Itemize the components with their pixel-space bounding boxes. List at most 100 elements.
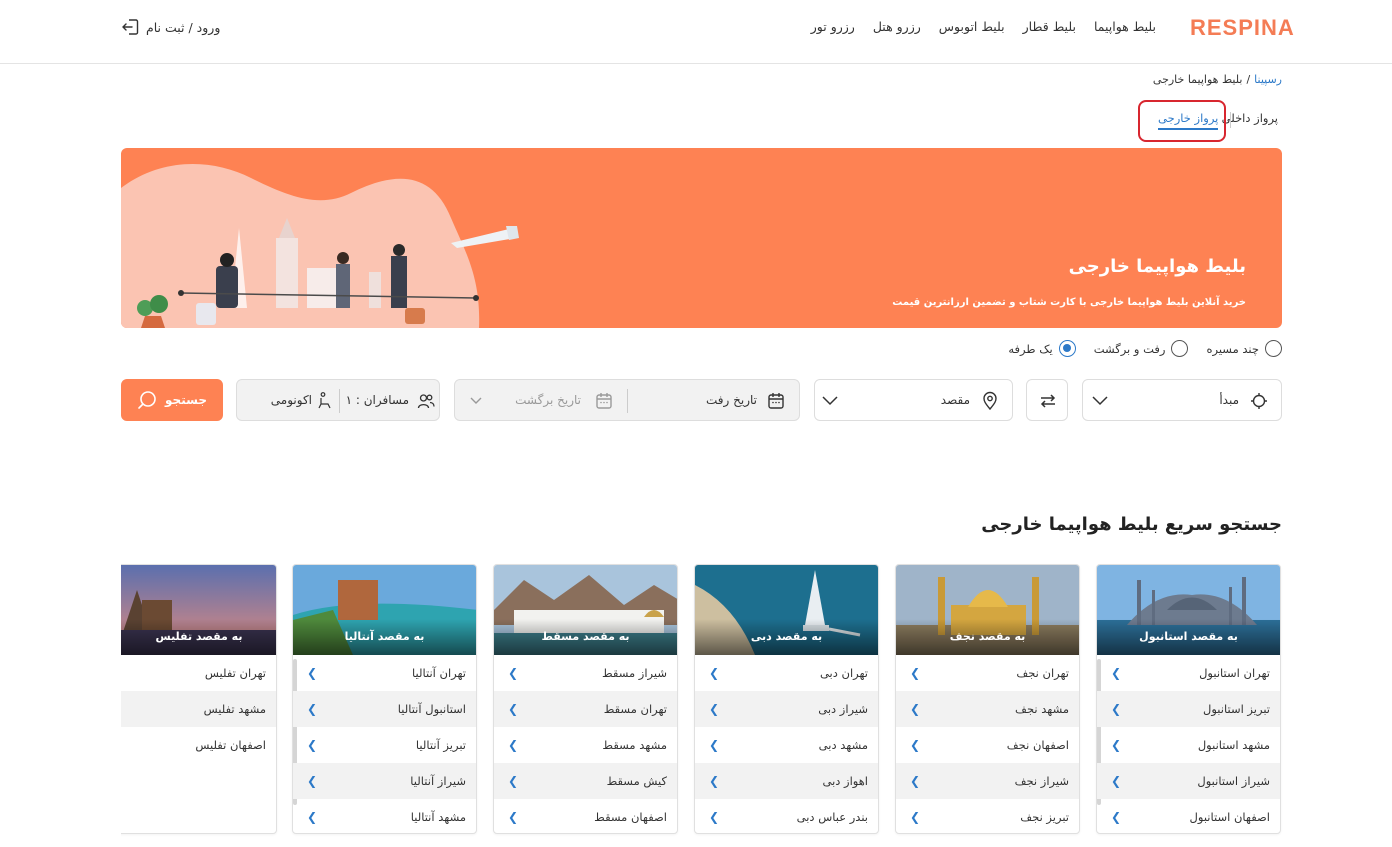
najaf-image[interactable]: به مقصد نجف [896, 565, 1079, 655]
route-item[interactable]: ❮ شیراز مسقط [494, 655, 677, 691]
route-item[interactable]: ❮ اهواز دبی [695, 763, 878, 799]
chevron-left-icon: ❮ [709, 738, 720, 752]
istanbul-image[interactable]: به مقصد استانبول [1097, 565, 1280, 655]
route-item[interactable]: ❮ مشهد آنتالیا [293, 799, 476, 833]
login-icon [122, 19, 139, 35]
route-item[interactable]: ❮ تهران نجف [896, 655, 1079, 691]
chevron-left-icon: ❮ [307, 702, 318, 716]
route-list: ❮ تهران استانبول ❮ تبریز استانبول ❮ مشهد اس… [1097, 655, 1280, 833]
route-item[interactable]: ❮ بندر عباس دبی [695, 799, 878, 833]
card-caption: به مقصد دبی [750, 630, 823, 643]
card-caption-bar: به مقصد نجف [896, 619, 1079, 655]
quick-search-title: جستجو سریع بلیط هواپیما خارجی [981, 514, 1282, 535]
radio-one-way[interactable]: یک طرفه [1008, 340, 1076, 357]
route-label: مشهد نجف [1015, 702, 1069, 716]
route-item[interactable]: ❮ تبریز آنتالیا [293, 727, 476, 763]
chevron-left-icon: ❮ [910, 774, 921, 788]
carousel-edge-mask [0, 560, 121, 847]
route-label: تهران مسقط [603, 702, 667, 716]
return-date-label[interactable]: تاریخ برگشت [515, 393, 581, 407]
route-label: تبریز نجف [1020, 810, 1069, 824]
radio-multi-city[interactable]: چند مسیره [1206, 340, 1282, 357]
route-label: مشهد آنتالیا [410, 810, 466, 824]
card-caption-bar: به مقصد مسقط [494, 619, 677, 655]
radio-multi-city-label: چند مسیره [1206, 341, 1259, 356]
nav-flight-ticket[interactable]: بلیط هواپیما [1094, 19, 1156, 39]
route-item[interactable]: ❮ شیراز دبی [695, 691, 878, 727]
route-item[interactable]: ❮ مشهد نجف [896, 691, 1079, 727]
nav-train-ticket[interactable]: بلیط قطار [1023, 19, 1076, 39]
search-button[interactable]: جستجو [121, 379, 223, 421]
route-label: اصفهان تفلیس [195, 738, 266, 752]
dubai-image[interactable]: به مقصد دبی [695, 565, 878, 655]
route-item[interactable]: ❮ کیش مسقط [494, 763, 677, 799]
route-label: تبریز استانبول [1203, 702, 1270, 716]
chevron-left-icon: ❮ [508, 810, 519, 824]
route-item[interactable]: ❮ تبریز استانبول [1097, 691, 1280, 727]
route-item[interactable]: ❮ تهران دبی [695, 655, 878, 691]
chevron-left-icon: ❮ [307, 738, 318, 752]
search-button-label: جستجو [165, 393, 207, 407]
route-label: اصفهان مسقط [594, 810, 667, 824]
route-label: تهران نجف [1016, 666, 1069, 680]
tab-divider [1230, 112, 1231, 128]
nav-hotel[interactable]: رزرو هتل [873, 19, 921, 39]
site-header: RESPINA بلیط هواپیما بلیط قطار بلیط اتوب… [0, 0, 1392, 64]
route-item[interactable]: ❮ شیراز استانبول [1097, 763, 1280, 799]
chevron-left-icon: ❮ [307, 666, 318, 680]
destination-card-antalya: به مقصد آنتالیا ❮ تهران آنتالیا ❮ استانبول… [292, 564, 477, 834]
login-button[interactable]: ورود / ثبت نام [120, 17, 220, 37]
route-label: اصفهان نجف [1006, 738, 1069, 752]
route-label: شیراز آنتالیا [410, 774, 466, 788]
chevron-left-icon: ❮ [709, 666, 720, 680]
chevron-left-icon: ❮ [1111, 702, 1122, 716]
destination-select[interactable]: مقصد [814, 379, 1013, 421]
passenger-divider [339, 389, 340, 413]
route-label: شیراز استانبول [1197, 774, 1270, 788]
chevron-left-icon: ❮ [709, 810, 720, 824]
route-item[interactable]: ❮ اصفهان نجف [896, 727, 1079, 763]
route-item[interactable]: ❮ اصفهان استانبول [1097, 799, 1280, 833]
calendar-icon [596, 393, 612, 409]
route-item[interactable]: ❮ تبریز نجف [896, 799, 1079, 833]
route-item[interactable]: ❮ مشهد استانبول [1097, 727, 1280, 763]
breadcrumb-home[interactable]: رسپینا [1254, 73, 1282, 86]
nav-bus-ticket[interactable]: بلیط اتوبوس [939, 19, 1005, 39]
chevron-left-icon: ❮ [1111, 666, 1122, 680]
route-item[interactable]: ❮ تهران مسقط [494, 691, 677, 727]
origin-select[interactable]: مبدأ [1082, 379, 1282, 421]
depart-date-label[interactable]: تاریخ رفت [706, 393, 757, 407]
chevron-down-icon [822, 396, 838, 406]
destination-label: مقصد [940, 393, 970, 407]
route-item[interactable]: ❮ تهران استانبول [1097, 655, 1280, 691]
banner-title: بلیط هواپیما خارجی [1068, 256, 1246, 277]
passengers-select[interactable]: مسافران : ۱ اکونومی [236, 379, 440, 421]
route-label: تبریز آنتالیا [415, 738, 466, 752]
route-label: شیراز دبی [818, 702, 868, 716]
route-item[interactable]: ❮ مشهد دبی [695, 727, 878, 763]
muscat-image[interactable]: به مقصد مسقط [494, 565, 677, 655]
swap-button[interactable] [1026, 379, 1068, 421]
date-range-picker[interactable]: تاریخ رفت تاریخ برگشت [454, 379, 800, 421]
cabin-class: اکونومی [270, 393, 312, 407]
radio-button[interactable] [1265, 340, 1282, 357]
radio-button-selected[interactable] [1058, 340, 1076, 357]
route-item[interactable]: ❮ اصفهان مسقط [494, 799, 677, 833]
destination-card-najaf: به مقصد نجف ❮ تهران نجف ❮ مشهد نجف ❮ اصفهان… [895, 564, 1080, 834]
route-item[interactable]: ❮ شیراز آنتالیا [293, 763, 476, 799]
route-label: مشهد استانبول [1197, 738, 1270, 752]
passengers-count: مسافران : ۱ [345, 393, 409, 407]
radio-button[interactable] [1171, 340, 1189, 357]
chevron-down-icon [470, 397, 482, 404]
route-item[interactable]: ❮ استانبول آنتالیا [293, 691, 476, 727]
route-list: ❮ تهران آنتالیا ❮ استانبول آنتالیا ❮ تبریز … [293, 655, 476, 833]
trip-type-group: یک طرفه رفت و برگشت چند مسیره [1008, 340, 1282, 357]
nav-tour[interactable]: رزرو تور [811, 19, 855, 39]
route-item[interactable]: ❮ مشهد مسقط [494, 727, 677, 763]
chevron-left-icon: ❮ [307, 810, 318, 824]
route-item[interactable]: ❮ تهران آنتالیا [293, 655, 476, 691]
radio-round-trip[interactable]: رفت و برگشت [1094, 340, 1189, 357]
respina-logo[interactable]: RESPINA [1190, 15, 1294, 43]
antalya-image[interactable]: به مقصد آنتالیا [293, 565, 476, 655]
route-item[interactable]: ❮ شیراز نجف [896, 763, 1079, 799]
